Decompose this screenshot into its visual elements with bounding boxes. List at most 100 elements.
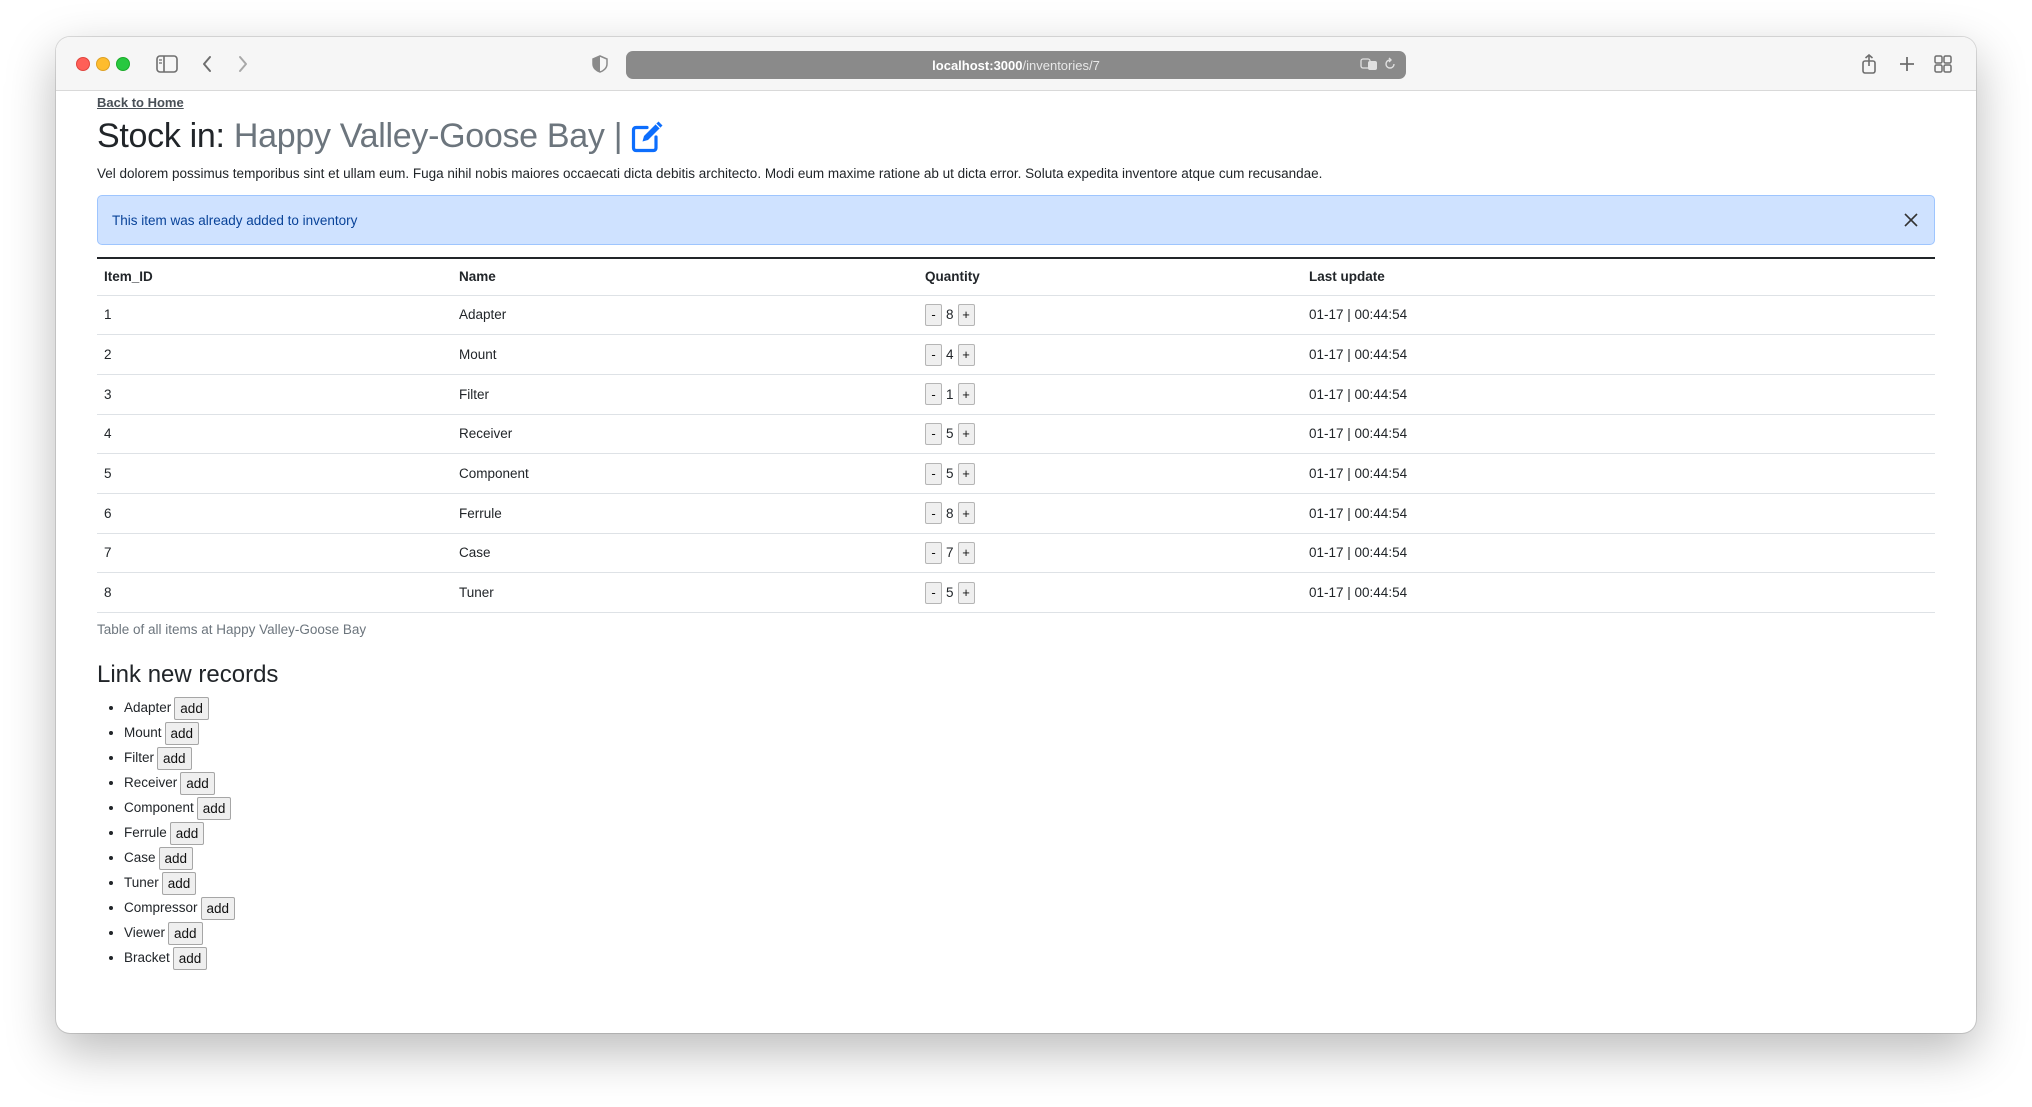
record-name: Filter	[124, 750, 154, 765]
cell-last-update: 01-17 | 00:44:54	[1302, 295, 1935, 336]
url-host: localhost:3000	[932, 57, 1023, 73]
record-name: Mount	[124, 725, 162, 740]
add-record-button[interactable]: add	[161, 871, 197, 895]
tab-overview-icon[interactable]	[1930, 50, 1956, 78]
header-name: Name	[459, 269, 496, 285]
cell-item-id: 6	[97, 493, 452, 534]
decrement-button[interactable]: -	[925, 462, 942, 485]
add-record-button[interactable]: add	[169, 821, 205, 845]
record-name: Bracket	[124, 950, 170, 965]
cell-last-update: 01-17 | 00:44:54	[1302, 334, 1935, 375]
decrement-button[interactable]: -	[925, 581, 942, 604]
quantity-value: 5	[946, 466, 954, 482]
increment-button[interactable]: +	[957, 383, 975, 406]
record-name: Viewer	[124, 925, 166, 940]
table-caption: Table of all items at Happy Valley-Goose…	[97, 622, 367, 637]
list-item: Bracketadd	[124, 945, 1935, 970]
decrement-button[interactable]: -	[925, 502, 942, 525]
back-to-home-link[interactable]: Back to Home	[97, 95, 184, 110]
translate-icon[interactable]	[1360, 57, 1378, 74]
cell-quantity: -5 +	[918, 572, 1302, 613]
sidebar-toggle-icon[interactable]	[152, 50, 182, 78]
close-window-button[interactable]	[76, 57, 90, 71]
cell-name: Adapter	[452, 295, 918, 336]
quantity-value: 1	[946, 386, 954, 402]
forward-arrow-icon[interactable]	[230, 50, 256, 78]
url-path: /inventories/7	[1022, 57, 1100, 73]
header-quantity: Quantity	[925, 269, 980, 285]
cell-item-id: 8	[97, 572, 452, 613]
close-icon[interactable]	[1902, 211, 1920, 229]
increment-button[interactable]: +	[957, 581, 975, 604]
list-item: Vieweradd	[124, 920, 1935, 945]
increment-button[interactable]: +	[957, 502, 975, 525]
decrement-button[interactable]: -	[925, 343, 942, 366]
new-tab-icon[interactable]	[1894, 50, 1920, 78]
table-row: 8 Tuner -5 +01-17 | 00:44:54	[97, 572, 1935, 613]
cell-item-id: 2	[97, 334, 452, 375]
record-name: Ferrule	[124, 825, 167, 840]
title-place: Happy Valley-Goose Bay |	[233, 116, 623, 155]
title-prefix: Stock in:	[97, 116, 225, 155]
add-record-button[interactable]: add	[157, 746, 192, 770]
minimize-window-button[interactable]	[96, 57, 110, 71]
address-bar[interactable]: localhost:3000/inventories/7	[626, 51, 1406, 79]
add-record-button[interactable]: add	[168, 921, 203, 945]
quantity-value: 5	[946, 426, 954, 442]
add-record-button[interactable]: add	[180, 771, 215, 795]
list-item: Mountadd	[124, 720, 1935, 745]
page-title-row: Stock in: Happy Valley-Goose Bay |	[97, 116, 1935, 156]
table-row: 5 Component -5 +01-17 | 00:44:54	[97, 453, 1935, 494]
header-item-id: Item_ID	[104, 269, 153, 285]
list-item: Componentadd	[124, 795, 1935, 820]
info-alert: This item was already added to inventory	[97, 195, 1935, 245]
back-arrow-icon[interactable]	[194, 50, 220, 78]
record-name: Receiver	[124, 775, 178, 790]
increment-button[interactable]: +	[957, 303, 975, 326]
increment-button[interactable]: +	[957, 422, 975, 445]
add-record-button[interactable]: add	[172, 946, 208, 970]
decrement-button[interactable]: -	[925, 541, 942, 564]
cell-item-id: 3	[97, 374, 452, 415]
cell-name: Ferrule	[452, 493, 918, 534]
add-record-button[interactable]: add	[174, 696, 209, 720]
cell-quantity: -7 +	[918, 533, 1302, 574]
record-name: Tuner	[124, 875, 159, 890]
cell-name: Receiver	[452, 414, 918, 455]
table-row: 6 Ferrule -8 +01-17 | 00:44:54	[97, 493, 1935, 534]
decrement-button[interactable]: -	[925, 383, 942, 406]
reload-icon[interactable]	[1384, 57, 1396, 74]
list-item: Adapteradd	[124, 695, 1935, 720]
alert-message: This item was already added to inventory	[112, 212, 358, 228]
share-icon[interactable]	[1856, 50, 1882, 78]
record-name: Adapter	[124, 700, 172, 715]
add-record-button[interactable]: add	[164, 721, 200, 745]
quantity-value: 8	[946, 307, 954, 323]
table-row: 4 Receiver -5 +01-17 | 00:44:54	[97, 414, 1935, 455]
record-name: Case	[124, 850, 156, 865]
zoom-window-button[interactable]	[116, 57, 130, 71]
cell-item-id: 5	[97, 453, 452, 494]
cell-item-id: 1	[97, 295, 452, 336]
cell-item-id: 7	[97, 533, 452, 574]
browser-toolbar: localhost:3000/inventories/7	[56, 37, 1976, 91]
add-record-button[interactable]: add	[196, 796, 232, 820]
list-item: Receiveradd	[124, 770, 1935, 795]
list-item: Ferruleadd	[124, 820, 1935, 845]
edit-icon[interactable]	[630, 118, 666, 154]
cell-name: Mount	[452, 334, 918, 375]
privacy-shield-icon[interactable]	[588, 50, 612, 78]
cell-last-update: 01-17 | 00:44:54	[1302, 374, 1935, 415]
table-row: 7 Case -7 +01-17 | 00:44:54	[97, 533, 1935, 574]
increment-button[interactable]: +	[957, 541, 975, 564]
add-record-button[interactable]: add	[200, 896, 236, 920]
list-item: Compressoradd	[124, 895, 1935, 920]
add-record-button[interactable]: add	[158, 846, 194, 870]
decrement-button[interactable]: -	[925, 303, 942, 326]
increment-button[interactable]: +	[957, 462, 975, 485]
cell-quantity: -8 +	[918, 295, 1302, 336]
increment-button[interactable]: +	[957, 343, 975, 366]
decrement-button[interactable]: -	[925, 422, 942, 445]
cell-quantity: -8 +	[918, 493, 1302, 534]
inventory-description: Vel dolorem possimus temporibus sint et …	[97, 166, 1323, 181]
